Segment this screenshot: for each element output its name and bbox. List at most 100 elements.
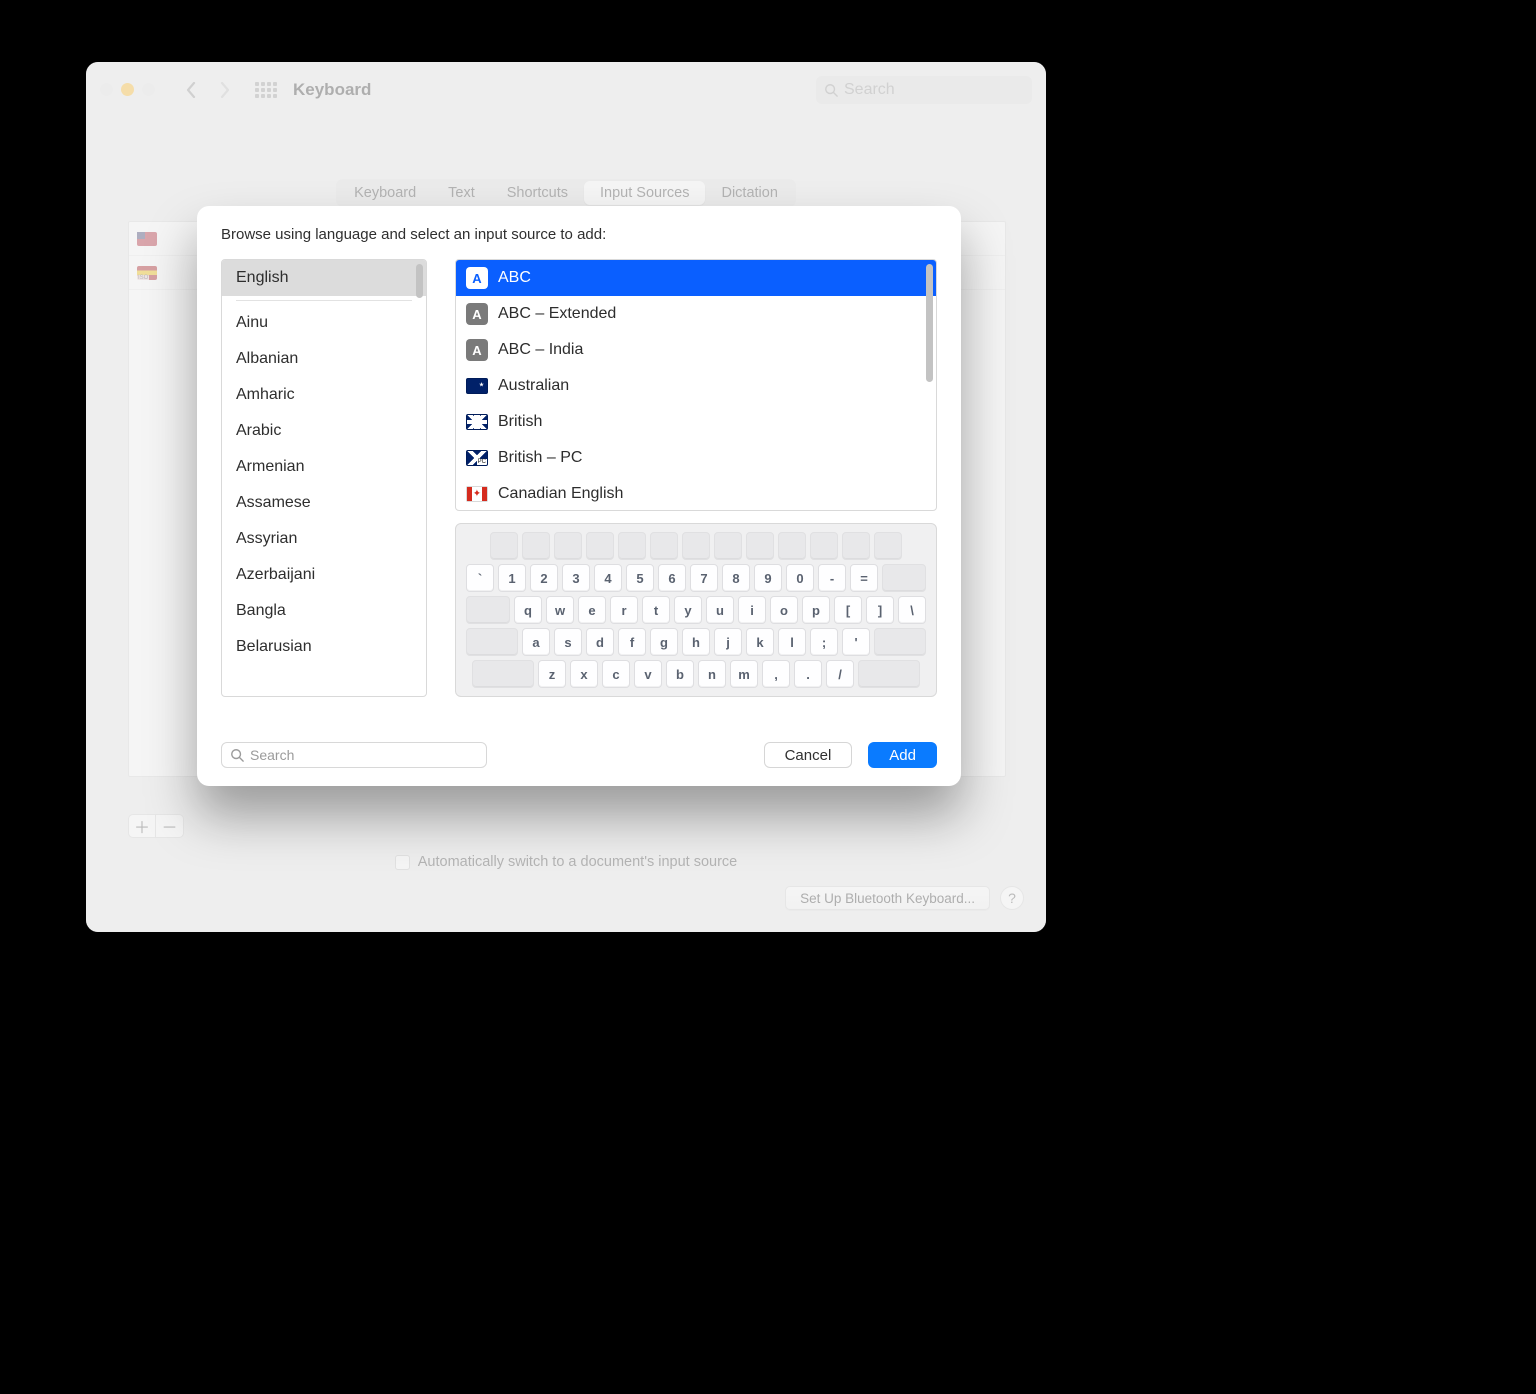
- add-source-button[interactable]: ＋: [128, 814, 156, 838]
- back-button[interactable]: [177, 76, 205, 104]
- key: m: [730, 660, 758, 688]
- key-blank: [490, 532, 518, 560]
- key-blank: [746, 532, 774, 560]
- language-item-arabic[interactable]: Arabic: [222, 413, 426, 449]
- input-source-list[interactable]: AABCAABC – ExtendedAABC – IndiaAustralia…: [455, 259, 937, 511]
- key: 6: [658, 564, 686, 592]
- input-source-item[interactable]: AABC – India: [456, 332, 936, 368]
- input-source-label: Canadian English: [498, 485, 623, 503]
- language-item-albanian[interactable]: Albanian: [222, 341, 426, 377]
- toolbar-search-field[interactable]: Search: [816, 76, 1032, 104]
- source-list-scrollbar[interactable]: [926, 264, 933, 382]
- input-source-label: ABC – Extended: [498, 305, 616, 323]
- minimize-window-button[interactable]: [121, 83, 134, 96]
- sheet-search-field[interactable]: Search: [221, 742, 487, 768]
- sheet-search-placeholder: Search: [250, 747, 294, 763]
- key: d: [586, 628, 614, 656]
- key-blank: [650, 532, 678, 560]
- key: i: [738, 596, 766, 624]
- key: g: [650, 628, 678, 656]
- key-blank: [874, 628, 926, 656]
- key: ]: [866, 596, 894, 624]
- key: w: [546, 596, 574, 624]
- input-source-label: British – PC: [498, 449, 582, 467]
- forward-button[interactable]: [211, 76, 239, 104]
- key: 0: [786, 564, 814, 592]
- language-item-armenian[interactable]: Armenian: [222, 449, 426, 485]
- key: 5: [626, 564, 654, 592]
- language-item-belarusian[interactable]: Belarusian: [222, 629, 426, 665]
- language-item-english[interactable]: English: [222, 260, 426, 296]
- language-item-bangla[interactable]: Bangla: [222, 593, 426, 629]
- key-blank: [842, 532, 870, 560]
- key-blank: [522, 532, 550, 560]
- language-item-ainu[interactable]: Ainu: [222, 305, 426, 341]
- key: v: [634, 660, 662, 688]
- toolbar: Keyboard Search: [86, 62, 1046, 117]
- keyboard-layout-preview: `1234567890-= qwertyuiop[]\ asdfghjkl;' …: [455, 523, 937, 697]
- input-source-label: ABC: [498, 269, 531, 287]
- layout-letter-icon: A: [466, 339, 488, 361]
- key: a: [522, 628, 550, 656]
- key: b: [666, 660, 694, 688]
- window-controls: [100, 83, 155, 96]
- key: ;: [810, 628, 838, 656]
- layout-letter-icon: A: [466, 267, 488, 289]
- key: =: [850, 564, 878, 592]
- help-button[interactable]: ?: [1000, 886, 1024, 910]
- key-blank: [858, 660, 920, 688]
- key: \: [898, 596, 926, 624]
- input-source-item[interactable]: ✦ Canadian English: [456, 476, 936, 511]
- key-blank: [466, 628, 518, 656]
- tab-text[interactable]: Text: [432, 181, 491, 205]
- language-item-azerbaijani[interactable]: Azerbaijani: [222, 557, 426, 593]
- key: 7: [690, 564, 718, 592]
- input-source-item[interactable]: British: [456, 404, 936, 440]
- flag-icon: ✦: [466, 486, 488, 502]
- tab-input-sources[interactable]: Input Sources: [584, 181, 705, 205]
- input-source-item[interactable]: British – PC: [456, 440, 936, 476]
- input-source-item[interactable]: Australian: [456, 368, 936, 404]
- key: c: [602, 660, 630, 688]
- key: /: [826, 660, 854, 688]
- remove-source-button[interactable]: －: [156, 814, 184, 838]
- setup-bluetooth-button[interactable]: Set Up Bluetooth Keyboard...: [785, 886, 990, 910]
- key: y: [674, 596, 702, 624]
- language-item-assamese[interactable]: Assamese: [222, 485, 426, 521]
- key-blank: [682, 532, 710, 560]
- key-blank: [874, 532, 902, 560]
- tab-dictation[interactable]: Dictation: [705, 181, 793, 205]
- input-source-item[interactable]: AABC – Extended: [456, 296, 936, 332]
- window-title: Keyboard: [293, 80, 371, 100]
- search-icon: [824, 83, 838, 97]
- key: s: [554, 628, 582, 656]
- key: h: [682, 628, 710, 656]
- tab-bar: KeyboardTextShortcutsInput SourcesDictat…: [86, 179, 1046, 207]
- auto-switch-checkbox[interactable]: [395, 855, 410, 870]
- language-list[interactable]: English AinuAlbanianAmharicArabicArmenian…: [221, 259, 427, 697]
- zoom-window-button[interactable]: [142, 83, 155, 96]
- toolbar-search-placeholder: Search: [844, 81, 895, 99]
- key: .: [794, 660, 822, 688]
- flag-icon: [466, 414, 488, 430]
- input-source-item[interactable]: A ABC: [456, 260, 936, 296]
- show-all-icon[interactable]: [255, 82, 277, 98]
- close-window-button[interactable]: [100, 83, 113, 96]
- tab-shortcuts[interactable]: Shortcuts: [491, 181, 584, 205]
- sheet-instruction-label: Browse using language and select an inpu…: [221, 226, 937, 243]
- key: e: [578, 596, 606, 624]
- cancel-button[interactable]: Cancel: [764, 742, 853, 768]
- key-blank: [714, 532, 742, 560]
- tab-keyboard[interactable]: Keyboard: [338, 181, 432, 205]
- key: l: [778, 628, 806, 656]
- language-list-scrollbar[interactable]: [416, 264, 423, 298]
- language-item-amharic[interactable]: Amharic: [222, 377, 426, 413]
- key: `: [466, 564, 494, 592]
- flag-icon: [466, 450, 488, 466]
- add-input-source-sheet: Browse using language and select an inpu…: [197, 206, 961, 786]
- language-item-assyrian[interactable]: Assyrian: [222, 521, 426, 557]
- key: 8: [722, 564, 750, 592]
- key-blank: [466, 596, 510, 624]
- add-button[interactable]: Add: [868, 742, 937, 768]
- window-footer-actions: Set Up Bluetooth Keyboard... ?: [86, 886, 1046, 910]
